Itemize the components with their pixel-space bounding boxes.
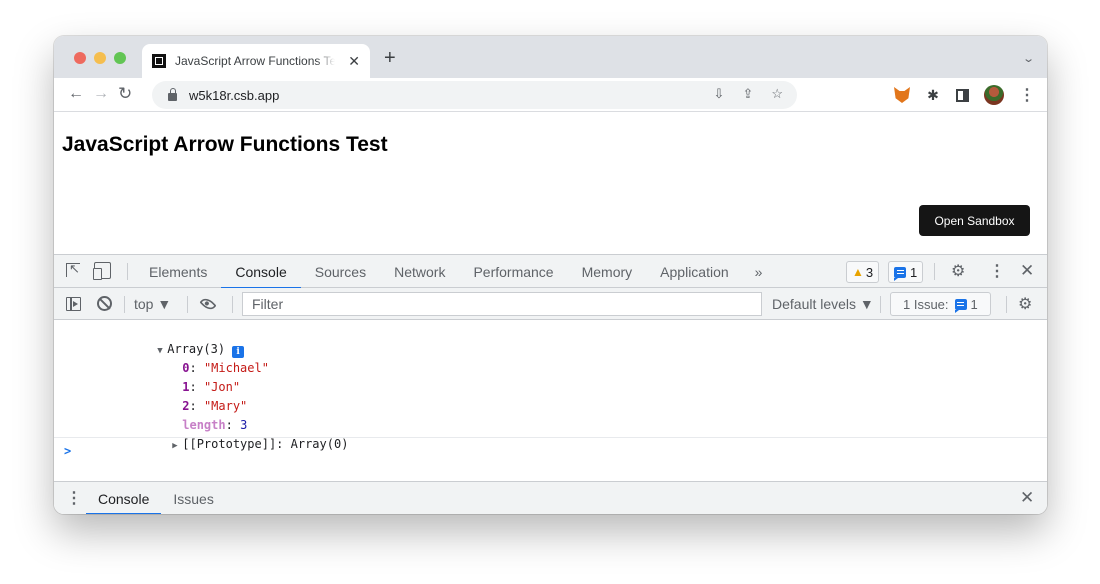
warnings-count: 3 [865,264,874,280]
devtools-drawer: ⋮ Console Issues ✕ [54,481,1047,514]
side-panel-icon[interactable] [956,88,969,102]
js-context-select[interactable]: top ▼ [134,296,171,312]
close-window-button[interactable] [74,52,86,64]
star-icon[interactable]: ☆ [771,86,783,102]
back-button[interactable]: ← [68,85,84,103]
address-bar[interactable]: w5k18r.csb.app ⇩ ⇪ ☆ [152,81,797,109]
array-header-row[interactable]: ▼ Array(3) i [54,321,1047,358]
collapse-triangle-icon[interactable]: ▶ [172,437,182,456]
device-toolbar-icon[interactable] [93,262,111,280]
browser-tab[interactable]: JavaScript Arrow Functions Test ✕ [142,44,370,78]
browser-menu-kebab-icon[interactable]: ⋮ [1019,87,1035,104]
issues-label: 1 Issue: [903,296,949,312]
open-sandbox-button[interactable]: Open Sandbox [919,205,1030,236]
messages-badge[interactable]: 1 [888,261,924,283]
console-toolbar: top ▼ Default levels ▼ 1 Issue: 1 ⚙ [54,288,1047,320]
prototype-key: [[Prototype]] [182,437,277,451]
divider [187,296,188,313]
length-entry: length: 3 [182,418,248,432]
minimize-window-button[interactable] [94,52,106,64]
install-icon[interactable]: ⇩ [714,86,725,102]
drawer-tab-list: Console Issues [86,482,226,514]
warnings-badge[interactable]: ▲ 3 [846,261,880,283]
devtools-menu-kebab-icon[interactable]: ⋮ [989,261,1005,281]
browser-toolbar: ← → ↻ w5k18r.csb.app ⇩ ⇪ ☆ ✱ ⋮ [54,78,1047,112]
settings-gear-icon[interactable]: ⚙ [951,261,965,281]
tab-search-chevron-icon[interactable]: ⌄ [1022,52,1035,65]
tab-sources[interactable]: Sources [301,255,380,288]
close-drawer-icon[interactable]: ✕ [1020,488,1034,508]
live-expression-eye-icon[interactable] [199,295,217,313]
new-tab-button[interactable]: + [384,48,396,68]
issues-count: 1 [970,296,978,312]
prototype-value: Array(0) [290,437,349,451]
devtools-tabbar: Elements Console Sources Network Perform… [54,255,1047,289]
console-message: ▼ Array(3) i 0: "Michael" 1: "Jon" 2: "Mar… [54,320,1047,451]
divider [124,296,125,313]
tab-application[interactable]: Application [646,255,743,288]
inspect-element-icon[interactable] [66,261,80,277]
drawer-tab-issues[interactable]: Issues [161,482,225,514]
lock-icon[interactable] [168,88,177,101]
console-prompt-icon[interactable]: > [64,442,71,461]
tab-performance[interactable]: Performance [459,255,567,288]
page-content: JavaScript Arrow Functions Test Open San… [54,112,1047,254]
metamask-fox-icon[interactable] [894,87,910,103]
divider [127,263,128,280]
drawer-menu-kebab-icon[interactable]: ⋮ [66,488,82,508]
divider [934,263,935,280]
drawer-tab-console[interactable]: Console [86,482,162,514]
filter-input[interactable] [242,292,762,316]
page-title: JavaScript Arrow Functions Test [62,133,388,156]
codesandbox-icon [152,54,166,68]
puzzle-extensions-icon[interactable]: ✱ [925,87,941,103]
browser-window: JavaScript Arrow Functions Test ✕ + ⌄ ← … [54,36,1047,514]
console-output: ▼ Array(3) i 0: "Michael" 1: "Jon" 2: "Mar… [54,320,1047,481]
tab-console[interactable]: Console [221,255,302,289]
issues-button[interactable]: 1 Issue: 1 [890,292,991,316]
devtools-tab-list: Elements Console Sources Network Perform… [135,255,775,289]
divider [232,296,233,313]
array-entry: 1: "Jon" [182,380,241,394]
log-levels-select[interactable]: Default levels ▼ [772,296,874,312]
profile-avatar[interactable] [984,85,1004,105]
tab-network[interactable]: Network [380,255,459,288]
divider [880,296,881,313]
array-entry: 2: "Mary" [182,399,248,413]
message-icon [954,298,967,313]
prototype-row[interactable]: ▶ [[Prototype]]: Array(0) [54,416,1047,451]
messages-count: 1 [910,264,918,280]
tab-strip: JavaScript Arrow Functions Test ✕ + ⌄ [54,36,1047,78]
tab-memory[interactable]: Memory [568,255,647,288]
array-entry: 0: "Michael" [182,361,269,375]
message-icon [894,266,906,281]
devtools-panel: Elements Console Sources Network Perform… [54,254,1047,514]
show-console-sidebar-icon[interactable] [66,297,81,311]
clear-console-icon[interactable] [97,296,112,311]
console-settings-gear-icon[interactable]: ⚙ [1018,294,1032,314]
share-icon[interactable]: ⇪ [742,86,753,102]
close-devtools-icon[interactable]: ✕ [1020,261,1034,281]
divider [1006,296,1007,313]
tab-elements[interactable]: Elements [135,255,221,288]
warning-icon: ▲ [852,265,864,279]
more-tabs-icon[interactable]: » [743,255,775,288]
forward-button[interactable]: → [93,85,109,103]
maximize-window-button[interactable] [114,52,126,64]
close-tab-icon[interactable]: ✕ [348,53,360,70]
tab-title: JavaScript Arrow Functions Test [175,54,335,68]
reload-button[interactable]: ↻ [118,85,132,103]
url-text[interactable]: w5k18r.csb.app [189,88,279,103]
